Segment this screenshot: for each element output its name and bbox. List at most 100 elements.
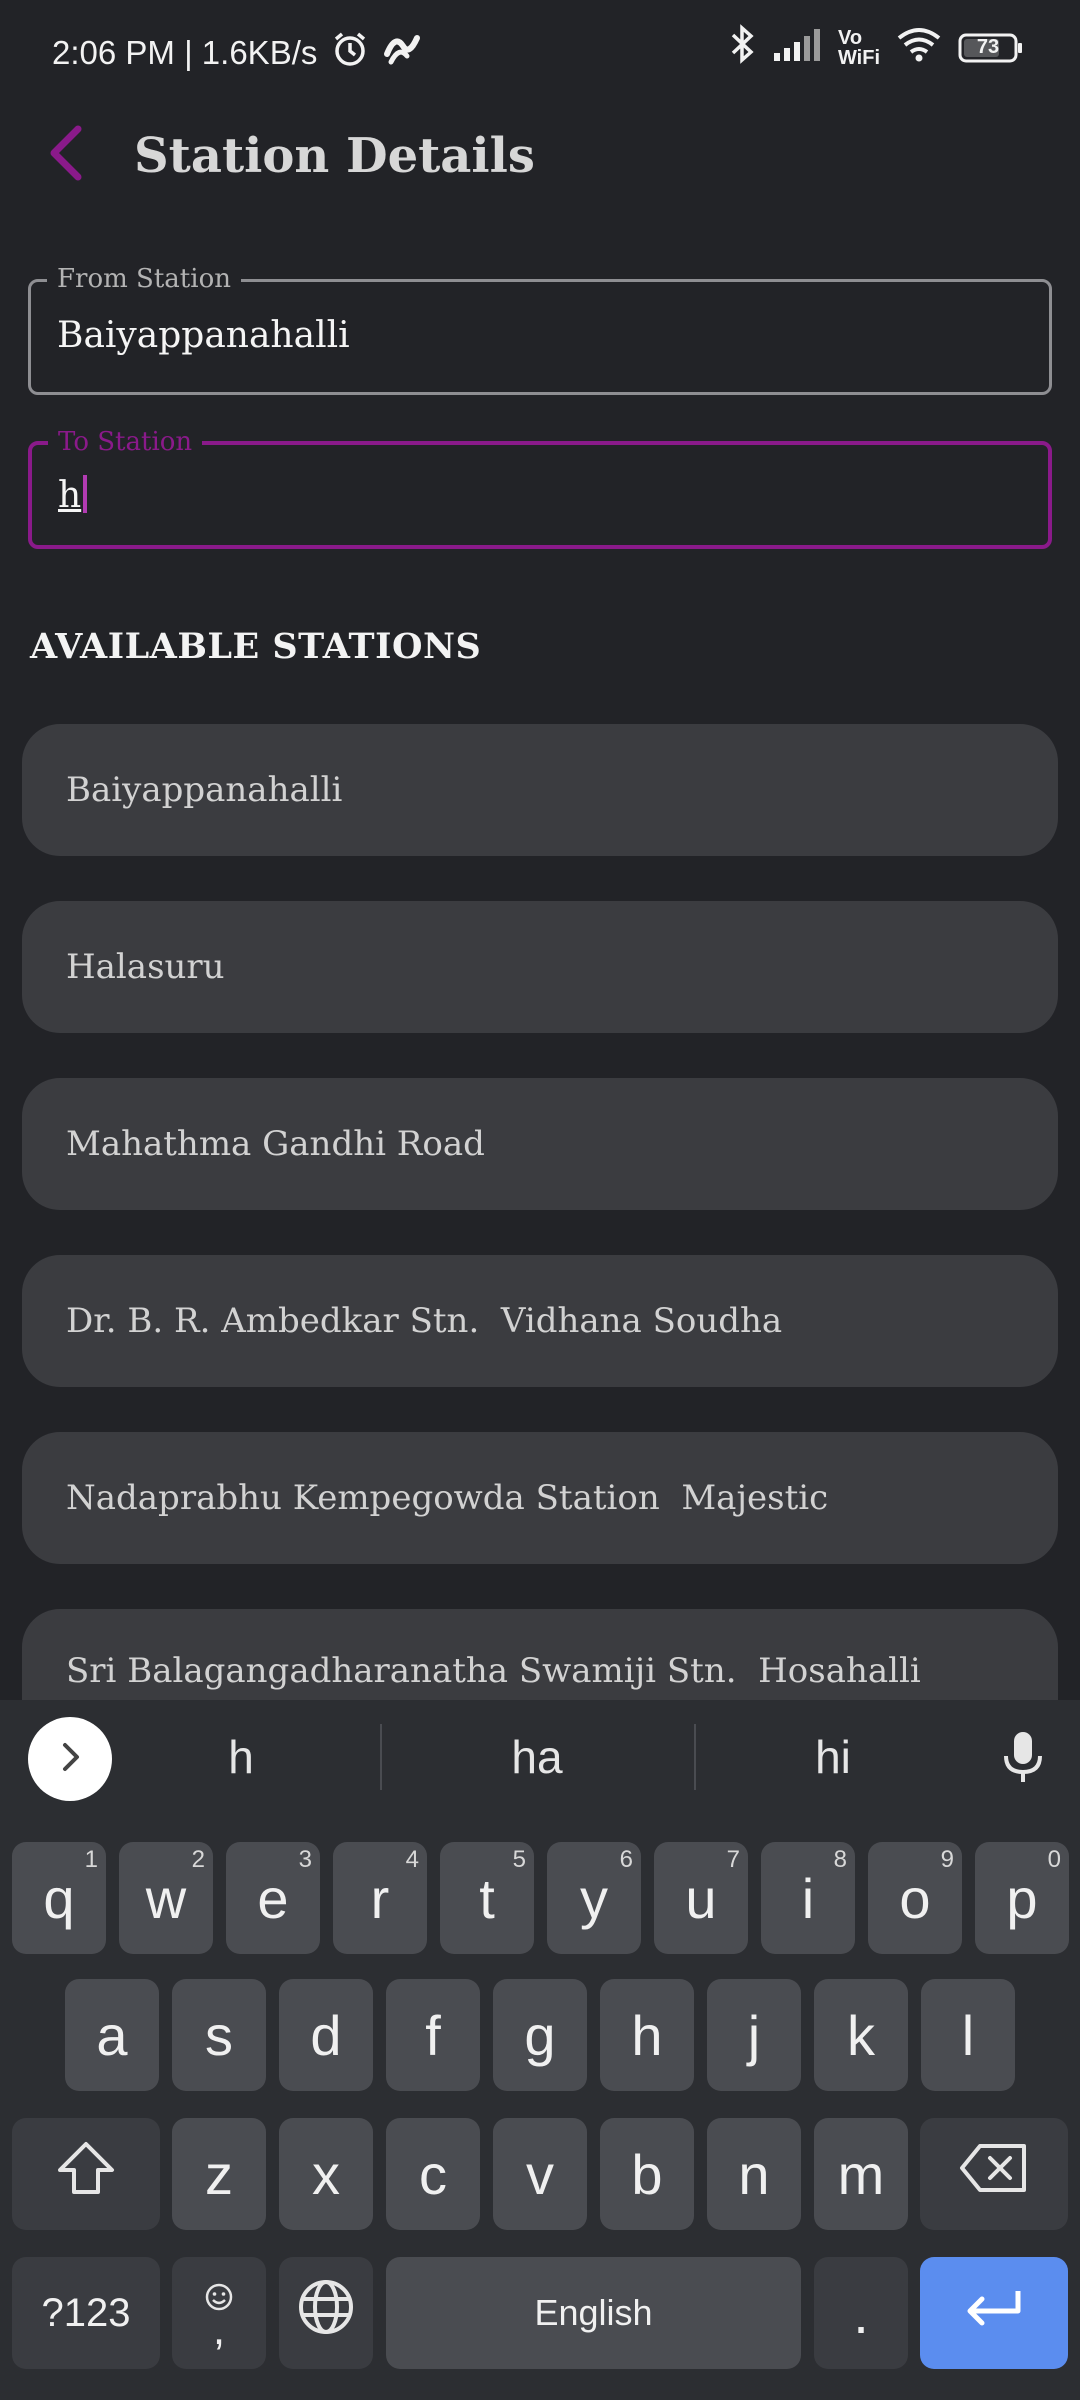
key-hint: 6 (619, 1846, 633, 1873)
keyboard-expand-button[interactable] (28, 1717, 112, 1801)
key-hint: 5 (512, 1846, 526, 1873)
suggestion-2[interactable]: ha (437, 1730, 637, 1784)
from-station-field[interactable]: From Station Baiyappanahalli (28, 264, 1052, 395)
key-label: r (370, 1866, 390, 1930)
app-bar: Station Details (0, 100, 1080, 215)
key-label: u (685, 1866, 717, 1930)
suggestion-3[interactable]: hi (733, 1730, 933, 1784)
station-item[interactable]: Nadaprabhu Kempegowda Station Majestic (22, 1432, 1058, 1564)
suggestion-divider (380, 1724, 382, 1790)
shift-key[interactable] (12, 2118, 160, 2230)
vowifi-indicator: Vo WiFi (838, 28, 880, 68)
key-d[interactable]: d (279, 1979, 373, 2091)
key-hint: 4 (405, 1846, 419, 1873)
key-label: q (43, 1866, 75, 1930)
key-x[interactable]: x (279, 2118, 373, 2230)
to-station-value: h (58, 475, 82, 516)
key-label: i (801, 1866, 815, 1930)
emoji-comma-key[interactable]: , (172, 2257, 266, 2369)
vowifi-top: Vo (837, 27, 863, 49)
station-item[interactable]: Dr. B. R. Ambedkar Stn. Vidhana Soudha (22, 1255, 1058, 1387)
vowifi-bottom: WiFi (837, 47, 880, 69)
key-u[interactable]: u7 (654, 1842, 748, 1954)
status-bar: 2:06 PM | 1.6KB/s Vo WiFi 73 (0, 0, 1080, 100)
key-g[interactable]: g (493, 1979, 587, 2091)
key-y[interactable]: y6 (547, 1842, 641, 1954)
chevron-left-icon (46, 124, 86, 186)
symbols-key[interactable]: ?123 (12, 2257, 160, 2369)
app-notification-icon (383, 32, 421, 74)
microphone-icon[interactable] (998, 1728, 1048, 1793)
wifi-icon (896, 26, 942, 70)
key-s[interactable]: s (172, 1979, 266, 2091)
key-hint: 8 (833, 1846, 847, 1873)
key-m[interactable]: m (814, 2118, 908, 2230)
suggestion-1[interactable]: h (141, 1730, 341, 1784)
text-cursor (83, 475, 88, 513)
to-station-label: To Station (48, 427, 203, 457)
key-w[interactable]: w2 (119, 1842, 213, 1954)
space-key[interactable]: English (386, 2257, 801, 2369)
key-k[interactable]: k (814, 1979, 908, 2091)
period-key[interactable]: . (814, 2257, 908, 2369)
key-z[interactable]: z (172, 2118, 266, 2230)
globe-icon (296, 2277, 356, 2350)
key-label: p (1006, 1866, 1038, 1930)
enter-icon (962, 2281, 1026, 2346)
key-b[interactable]: b (600, 2118, 694, 2230)
enter-key[interactable] (920, 2257, 1068, 2369)
key-label: o (899, 1866, 931, 1930)
station-item[interactable]: Sri Balagangadharanatha Swamiji Stn. Hos… (22, 1609, 1058, 1700)
key-label: w (145, 1866, 187, 1930)
battery-level: 73 (976, 36, 1000, 58)
key-t[interactable]: t5 (440, 1842, 534, 1954)
cellular-signal-icon (772, 27, 822, 69)
key-hint: 9 (940, 1846, 954, 1873)
suggestion-divider (694, 1724, 696, 1790)
available-stations-heading: AVAILABLE STATIONS (30, 626, 482, 667)
station-item[interactable]: Halasuru (22, 901, 1058, 1033)
key-n[interactable]: n (707, 2118, 801, 2230)
key-q[interactable]: q1 (12, 1842, 106, 1954)
language-key[interactable] (279, 2257, 373, 2369)
key-a[interactable]: a (65, 1979, 159, 2091)
station-list[interactable]: Baiyappanahalli Halasuru Mahathma Gandhi… (22, 724, 1058, 1700)
key-p[interactable]: p0 (975, 1842, 1069, 1954)
key-hint: 0 (1047, 1846, 1061, 1873)
key-f[interactable]: f (386, 1979, 480, 2091)
chevron-right-icon (55, 1739, 85, 1780)
key-i[interactable]: i8 (761, 1842, 855, 1954)
to-station-field[interactable]: To Station h (28, 427, 1052, 549)
key-h[interactable]: h (600, 1979, 694, 2091)
back-button[interactable] (36, 120, 96, 190)
key-c[interactable]: c (386, 2118, 480, 2230)
from-station-value: Baiyappanahalli (57, 315, 350, 356)
backspace-icon (958, 2142, 1030, 2207)
key-label: y (580, 1866, 608, 1930)
key-label: e (257, 1866, 289, 1930)
key-v[interactable]: v (493, 2118, 587, 2230)
station-item[interactable]: Baiyappanahalli (22, 724, 1058, 856)
key-j[interactable]: j (707, 1979, 801, 2091)
shift-icon (54, 2138, 118, 2211)
on-screen-keyboard: h ha hi q1 w2 e3 r4 t5 y6 u7 i8 o9 p0 a … (0, 1700, 1080, 2400)
bluetooth-icon (730, 24, 756, 72)
to-station-input-wrap: h (58, 475, 88, 516)
key-hint: 2 (191, 1846, 205, 1873)
comma-label: , (212, 2305, 226, 2354)
alarm-icon (331, 30, 369, 76)
key-hint: 7 (726, 1846, 740, 1873)
key-r[interactable]: r4 (333, 1842, 427, 1954)
key-label: t (479, 1866, 495, 1930)
key-o[interactable]: o9 (868, 1842, 962, 1954)
key-l[interactable]: l (921, 1979, 1015, 2091)
page-title: Station Details (134, 128, 535, 184)
station-item[interactable]: Mahathma Gandhi Road (22, 1078, 1058, 1210)
status-time: 2:06 PM | 1.6KB/s (52, 34, 318, 71)
battery-icon: 73 (958, 32, 1024, 64)
key-e[interactable]: e3 (226, 1842, 320, 1954)
backspace-key[interactable] (920, 2118, 1068, 2230)
key-hint: 1 (84, 1846, 98, 1873)
key-hint: 3 (298, 1846, 312, 1873)
from-station-label: From Station (47, 264, 241, 294)
